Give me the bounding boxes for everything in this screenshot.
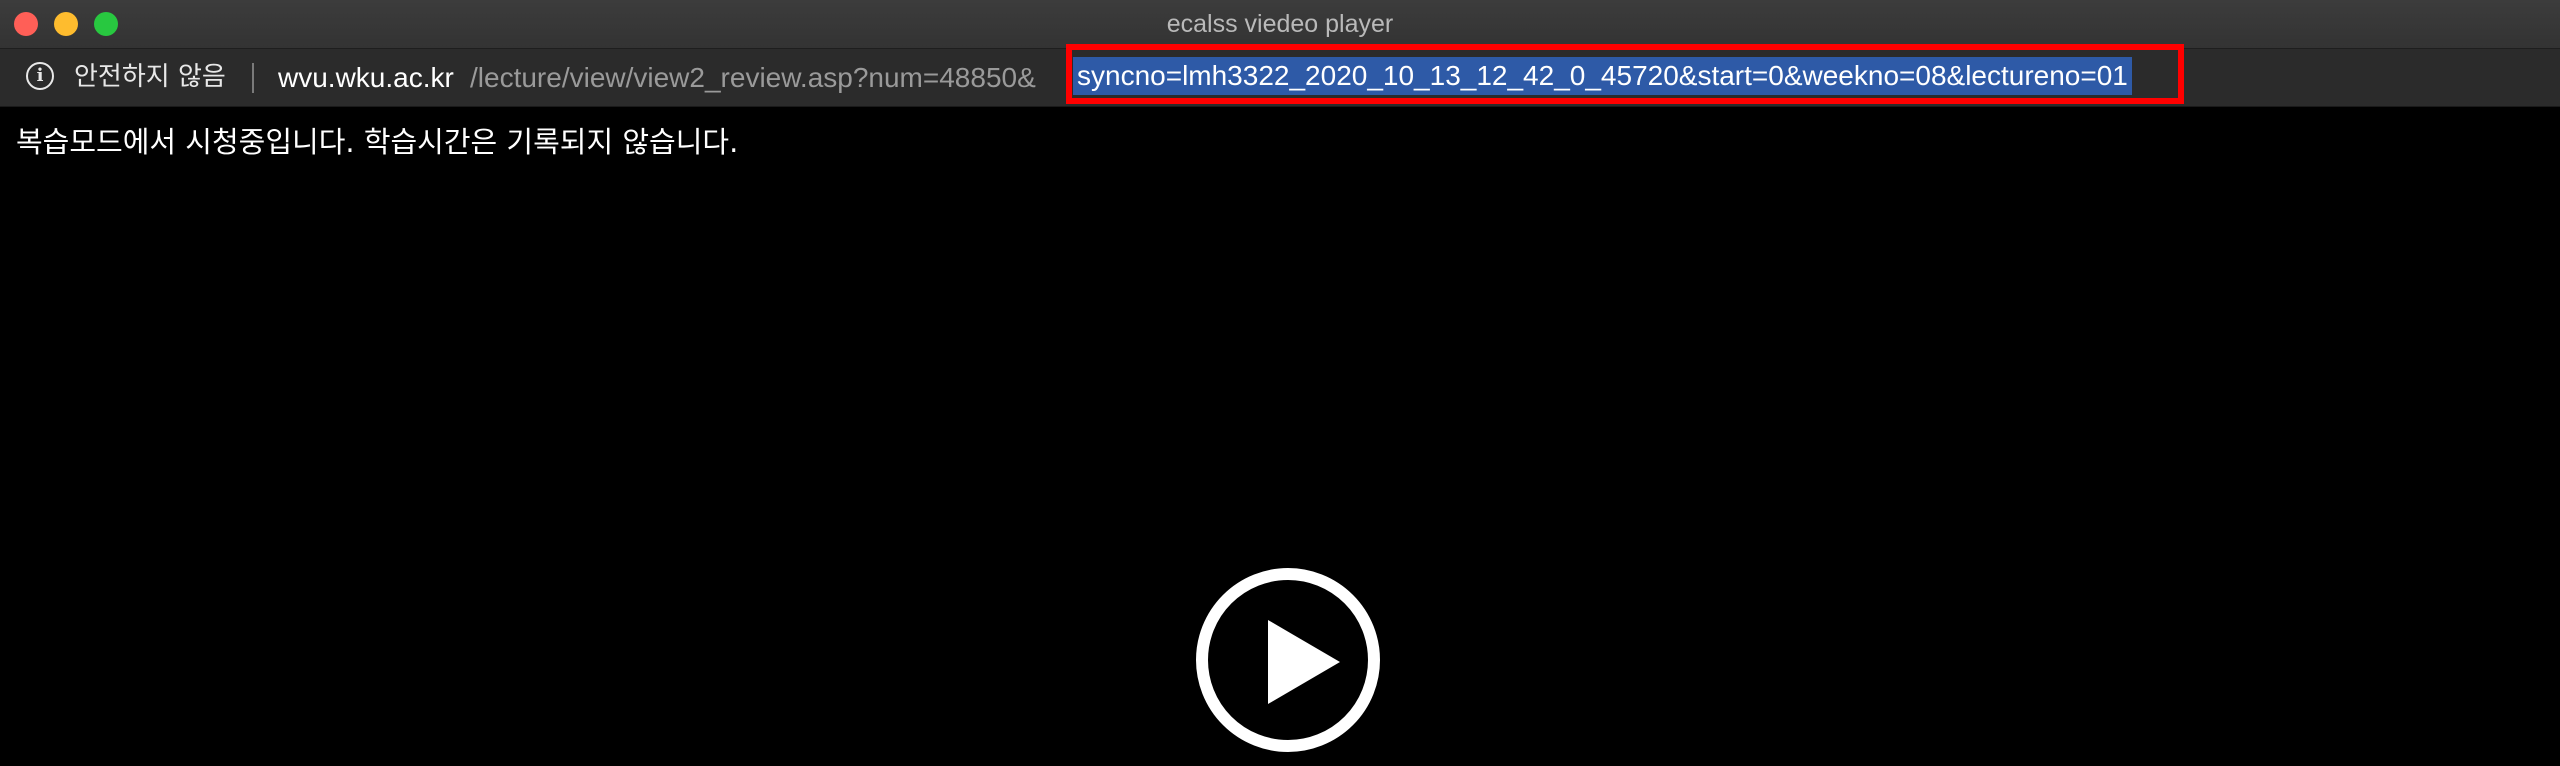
window-title: ecalss viedeo player [1166,10,1394,38]
url-path[interactable]: /lecture/view/view2_review.asp?num=48850… [470,49,1070,106]
play-button[interactable] [1196,568,1380,752]
video-player-window: ecalss viedeo player i 안전하지 않음 wvu.wku.a… [0,0,2560,766]
play-icon [1268,620,1340,704]
security-label[interactable]: 안전하지 않음 [74,49,226,106]
review-mode-notice: 복습모드에서 시청중입니다. 학습시간은 기록되지 않습니다. [16,125,739,159]
title-bar[interactable]: ecalss viedeo player [0,0,2560,49]
address-divider [252,63,254,93]
url-selected-text[interactable]: syncno=lmh3322_2020_10_13_12_42_0_45720&… [1073,57,2132,95]
url-host[interactable]: wvu.wku.ac.kr [278,49,454,106]
info-icon[interactable]: i [26,62,54,90]
